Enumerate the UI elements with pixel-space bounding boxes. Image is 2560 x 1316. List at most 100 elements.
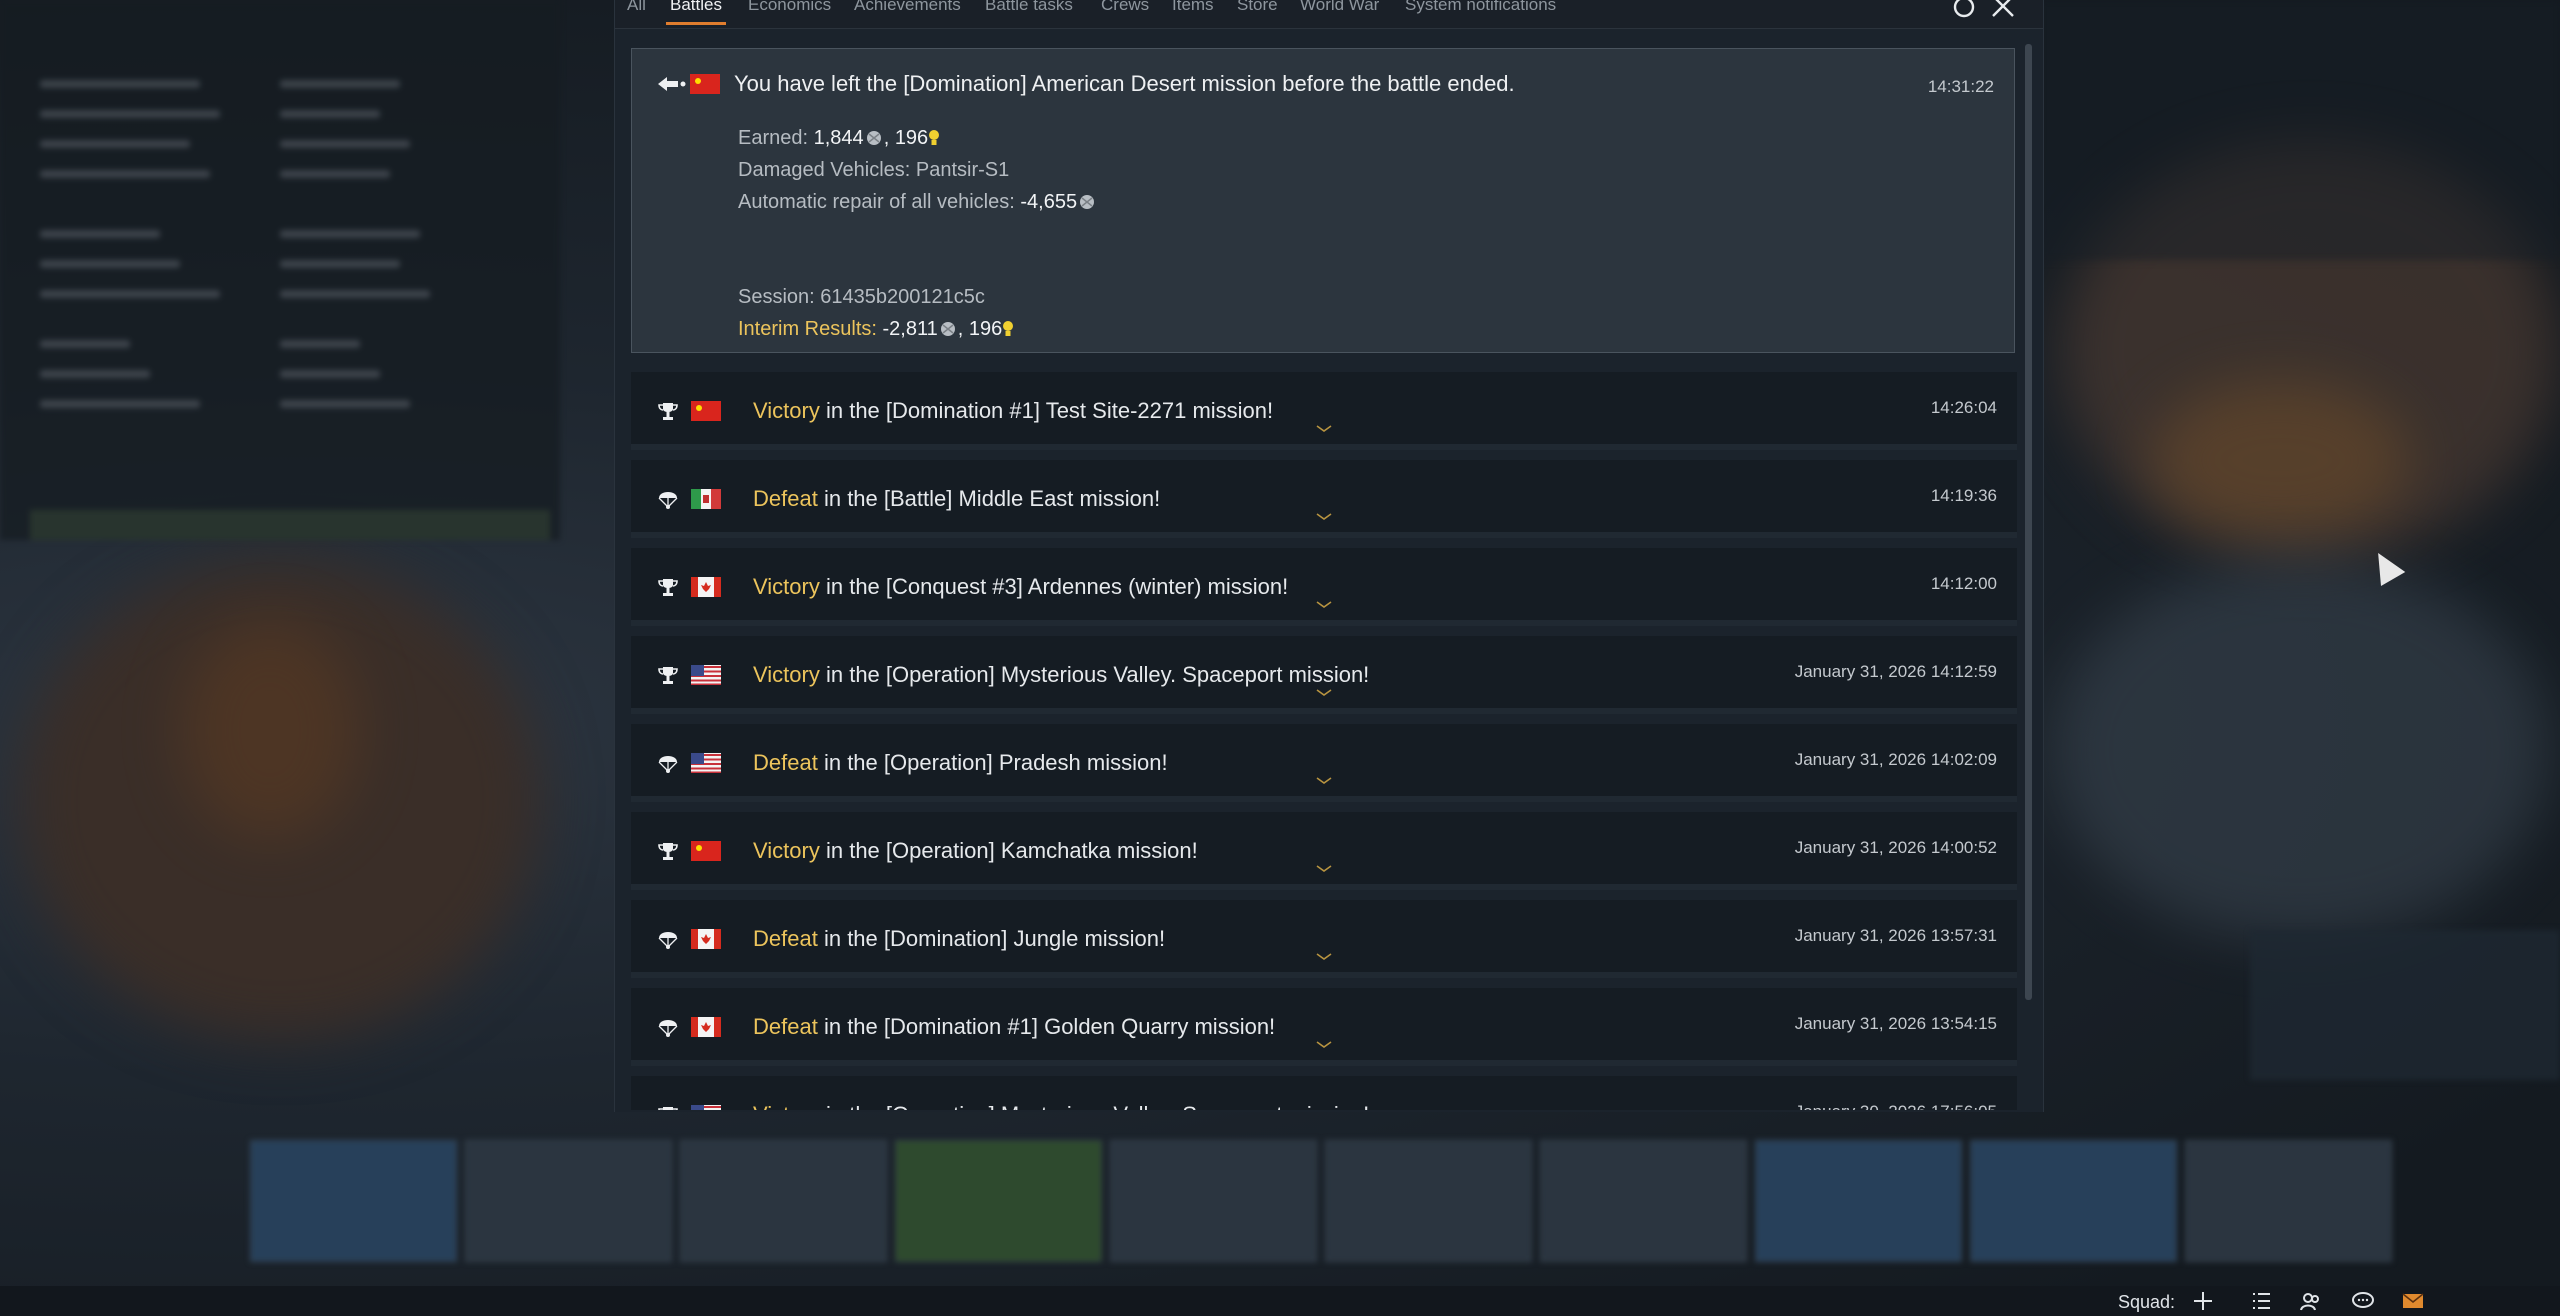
tab-crews[interactable]: Crews bbox=[1101, 0, 1149, 15]
flag-china-icon bbox=[691, 841, 721, 861]
notification-time: January 31, 2026 14:00:52 bbox=[1794, 838, 1997, 857]
list-icon[interactable] bbox=[2248, 1289, 2274, 1313]
flag-china-icon bbox=[691, 401, 721, 421]
notification-time: January 31, 2026 13:54:15 bbox=[1794, 1014, 1997, 1033]
expanded-notification[interactable]: You have left the [Domination] American … bbox=[631, 48, 2015, 353]
mail-icon[interactable] bbox=[2400, 1289, 2426, 1313]
list-scrollbar[interactable] bbox=[2025, 44, 2032, 1000]
tab-achievements[interactable]: Achievements bbox=[854, 0, 961, 15]
tab-bar: All Battles Economics Achievements Battl… bbox=[615, 0, 2043, 29]
notification-row[interactable]: Victory in the [Domination #1] Test Site… bbox=[631, 372, 2017, 450]
notification-time: 14:31:22 bbox=[1927, 77, 1994, 96]
damaged-line: Damaged Vehicles: Pantsir-S1 bbox=[738, 159, 1010, 181]
squad-label: Squad: bbox=[2118, 1292, 2176, 1312]
vehicle-info-panel bbox=[0, 0, 560, 540]
session-line: Session: 61435b200121c5c bbox=[738, 286, 985, 308]
notification-time: January 31, 2026 13:57:31 bbox=[1794, 926, 1997, 945]
tab-world-war[interactable]: World War bbox=[1300, 0, 1379, 15]
notification-time: 14:19:36 bbox=[1930, 486, 1997, 505]
tab-system-notifications[interactable]: System notifications bbox=[1405, 0, 1556, 15]
notification-row[interactable]: Defeat in the [Domination #1] Golden Qua… bbox=[631, 988, 2017, 1066]
silver-lions-icon bbox=[866, 131, 881, 145]
flag-usa-icon bbox=[691, 1105, 721, 1110]
flag-italy-icon bbox=[691, 489, 721, 509]
tab-battle-tasks[interactable]: Battle tasks bbox=[985, 0, 1073, 15]
add-icon[interactable] bbox=[2190, 1289, 2216, 1313]
notification-row[interactable]: Defeat in the [Battle] Middle East missi… bbox=[631, 460, 2017, 538]
notification-message: Victory in the [Operation] Mysterious Va… bbox=[753, 1102, 1369, 1110]
defeat-parachute-icon bbox=[658, 1020, 678, 1037]
notification-message: Victory in the [Conquest #3] Ardennes (w… bbox=[753, 574, 1288, 600]
notification-list: You have left the [Domination] American … bbox=[631, 48, 2017, 1110]
notification-row[interactable]: Defeat in the [Operation] Pradesh missio… bbox=[631, 724, 2017, 802]
tab-items[interactable]: Items bbox=[1172, 0, 1214, 15]
flag-canada-icon bbox=[691, 577, 721, 597]
battle-result: Defeat bbox=[753, 926, 818, 951]
notification-message: Victory in the [Operation] Mysterious Va… bbox=[753, 662, 1369, 688]
victory-trophy-icon bbox=[658, 579, 678, 596]
chevron-down-icon[interactable] bbox=[1315, 424, 1333, 434]
tab-battles[interactable]: Battles bbox=[666, 0, 726, 25]
flag-usa-icon bbox=[691, 665, 721, 685]
battle-result: Victory bbox=[753, 1102, 820, 1110]
chevron-down-icon[interactable] bbox=[1315, 864, 1333, 874]
victory-trophy-icon bbox=[658, 843, 678, 860]
chevron-down-icon[interactable] bbox=[1315, 776, 1333, 786]
repair-line: Automatic repair of all vehicles: -4,655 bbox=[738, 191, 1097, 214]
notification-message: Defeat in the [Operation] Pradesh missio… bbox=[753, 750, 1168, 776]
mission-text: in the [Domination #1] Golden Quarry mis… bbox=[823, 1014, 1276, 1039]
battle-result: Defeat bbox=[753, 1014, 818, 1039]
battle-result: Victory bbox=[753, 574, 820, 599]
close-icon[interactable] bbox=[1988, 0, 2018, 24]
notification-row[interactable]: Victory in the [Operation] Mysterious Va… bbox=[631, 636, 2017, 714]
defeat-parachute-icon bbox=[658, 756, 678, 773]
notification-message: Victory in the [Domination #1] Test Site… bbox=[753, 398, 1273, 424]
exit-arrow-icon bbox=[658, 77, 686, 91]
victory-trophy-icon bbox=[658, 667, 678, 684]
bottom-bar: Squad: bbox=[0, 1286, 2560, 1316]
chevron-down-icon[interactable] bbox=[1315, 1040, 1333, 1050]
chevron-down-icon[interactable] bbox=[1315, 688, 1333, 698]
notification-time: January 31, 2026 14:12:59 bbox=[1794, 662, 1997, 681]
mission-text: in the [Operation] Pradesh mission! bbox=[823, 750, 1168, 775]
notification-row[interactable]: Victory in the [Conquest #3] Ardennes (w… bbox=[631, 548, 2017, 626]
victory-trophy-icon bbox=[658, 403, 678, 420]
tab-all[interactable]: All bbox=[627, 0, 646, 15]
research-bulb-icon bbox=[1003, 321, 1014, 336]
notification-row[interactable]: Victory in the [Operation] Mysterious Va… bbox=[631, 1076, 2017, 1110]
victory-trophy-icon bbox=[658, 1107, 678, 1110]
battle-result: Defeat bbox=[753, 486, 818, 511]
events-panel bbox=[2040, 0, 2560, 260]
mission-text: in the [Battle] Middle East mission! bbox=[823, 486, 1161, 511]
notification-time: 14:12:00 bbox=[1930, 574, 1997, 593]
battle-result: Victory bbox=[753, 398, 820, 423]
chevron-down-icon[interactable] bbox=[1315, 952, 1333, 962]
chevron-down-icon[interactable] bbox=[1315, 600, 1333, 610]
notification-time: 14:26:04 bbox=[1930, 398, 1997, 417]
notifications-window: All Battles Economics Achievements Battl… bbox=[614, 0, 2044, 1112]
notification-row[interactable]: Defeat in the [Domination] Jungle missio… bbox=[631, 900, 2017, 978]
notification-message: Defeat in the [Domination] Jungle missio… bbox=[753, 926, 1165, 952]
flag-canada-icon bbox=[691, 929, 721, 949]
earned-line: Earned: 1,844, 196 bbox=[738, 127, 940, 150]
tab-economics[interactable]: Economics bbox=[748, 0, 831, 15]
chevron-down-icon[interactable] bbox=[1315, 512, 1333, 522]
notification-message: Defeat in the [Domination #1] Golden Qua… bbox=[753, 1014, 1275, 1040]
notification-row[interactable]: Victory in the [Operation] Kamchatka mis… bbox=[631, 812, 2017, 890]
chat-icon[interactable] bbox=[2350, 1289, 2376, 1313]
mission-text: in the [Operation] Kamchatka mission! bbox=[825, 838, 1198, 863]
defeat-parachute-icon bbox=[658, 492, 678, 509]
rewards-panel bbox=[2250, 930, 2560, 1080]
interim-results-line: Interim Results: -2,811, 196 bbox=[738, 318, 1014, 341]
notification-time: January 31, 2026 14:02:09 bbox=[1794, 750, 1997, 769]
flag-usa-icon bbox=[691, 753, 721, 773]
mission-text: in the [Domination #1] Test Site-2271 mi… bbox=[825, 398, 1274, 423]
silver-lions-icon bbox=[940, 322, 955, 336]
refresh-icon[interactable] bbox=[1949, 0, 1979, 24]
notification-time: January 30, 2026 17:56:05 bbox=[1795, 1102, 1997, 1110]
flag-china-icon bbox=[690, 74, 720, 94]
vehicle-slots bbox=[250, 1140, 2400, 1265]
battle-result: Victory bbox=[753, 662, 820, 687]
tab-store[interactable]: Store bbox=[1237, 0, 1278, 15]
friends-icon[interactable] bbox=[2298, 1289, 2324, 1313]
